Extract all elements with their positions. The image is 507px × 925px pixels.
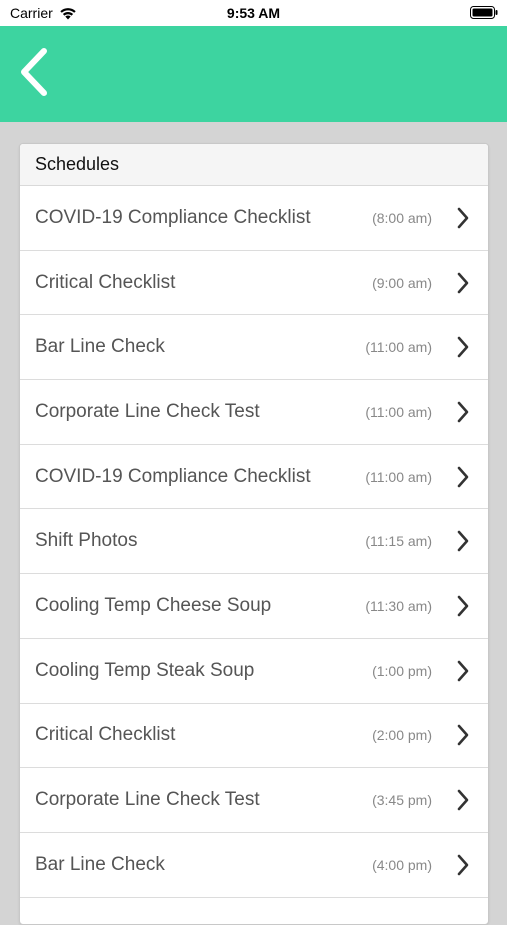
schedule-time: (3:45 pm) xyxy=(372,792,432,809)
card-title: Schedules xyxy=(20,144,488,186)
schedule-name: Cooling Temp Steak Soup xyxy=(35,659,255,681)
schedule-name: Corporate Line Check Test xyxy=(35,789,260,811)
schedule-row[interactable]: Cooling Temp Steak Soup (1:00 pm) xyxy=(20,639,488,704)
schedule-name: Corporate Line Check Test xyxy=(35,400,260,422)
battery-icon xyxy=(470,6,498,19)
chevron-right-icon xyxy=(457,660,469,681)
nav-bar xyxy=(0,26,507,122)
schedule-time: (2:00 pm) xyxy=(372,727,432,744)
schedule-row[interactable]: Corporate Line Check Test (3:45 pm) xyxy=(20,768,488,833)
chevron-right-icon xyxy=(457,336,469,358)
chevron-right-icon xyxy=(457,207,469,229)
schedule-row[interactable]: Critical Checklist (9:00 am) xyxy=(20,251,488,316)
schedule-time: (1:00 pm) xyxy=(372,662,432,679)
schedule-name: COVID-19 Compliance Checklist xyxy=(35,465,311,487)
chevron-right-icon xyxy=(457,530,469,552)
schedule-time: (8:00 am) xyxy=(372,209,432,226)
status-time: 9:53 AM xyxy=(226,5,281,21)
chevron-left-icon xyxy=(21,48,47,96)
status-bar: Carrier 9:53 AM xyxy=(0,0,507,26)
schedule-time: (11:30 am) xyxy=(365,597,432,614)
schedule-name: Shift Photos xyxy=(35,530,138,552)
schedule-time: (11:15 am) xyxy=(365,533,432,550)
schedule-name: COVID-19 Compliance Checklist xyxy=(35,206,311,228)
schedule-row[interactable]: Bar Line Check (11:00 am) xyxy=(20,315,488,381)
schedules-card: Schedules COVID-19 Compliance Checklist (… xyxy=(19,143,489,925)
schedule-list: COVID-19 Compliance Checklist (8:00 am) Cr… xyxy=(20,186,488,898)
chevron-right-icon xyxy=(457,789,469,811)
chevron-right-icon xyxy=(457,272,469,293)
chevron-right-icon xyxy=(457,401,469,423)
schedule-row[interactable]: COVID-19 Compliance Checklist (8:00 am) xyxy=(20,186,488,251)
schedule-row[interactable]: COVID-19 Compliance Checklist (11:00 am) xyxy=(20,445,488,510)
schedule-row[interactable]: Cooling Temp Cheese Soup (11:30 am) xyxy=(20,574,488,639)
schedule-time: (11:00 am) xyxy=(365,403,432,420)
schedule-name: Bar Line Check xyxy=(35,853,165,875)
schedule-row[interactable]: Shift Photos (11:15 am) xyxy=(20,509,488,575)
schedule-row[interactable]: Corporate Line Check Test (11:00 am) xyxy=(20,380,488,445)
schedule-name: Critical Checklist xyxy=(35,271,176,293)
schedule-row[interactable]: Bar Line Check (4:00 pm) xyxy=(20,833,488,898)
schedule-time: (4:00 pm) xyxy=(372,856,432,873)
schedule-time: (11:00 am) xyxy=(365,468,432,485)
chevron-right-icon xyxy=(457,595,469,617)
back-button[interactable] xyxy=(8,40,58,104)
schedule-name: Critical Checklist xyxy=(35,724,176,746)
schedule-name: Cooling Temp Cheese Soup xyxy=(35,594,272,616)
chevron-right-icon xyxy=(457,466,469,487)
chevron-right-icon xyxy=(457,854,469,876)
schedule-name: Bar Line Check xyxy=(35,336,165,358)
chevron-right-icon xyxy=(457,725,469,746)
schedule-time: (9:00 am) xyxy=(372,274,432,291)
schedule-time: (11:00 am) xyxy=(365,339,432,356)
schedule-row[interactable]: Critical Checklist (2:00 pm) xyxy=(20,704,488,769)
